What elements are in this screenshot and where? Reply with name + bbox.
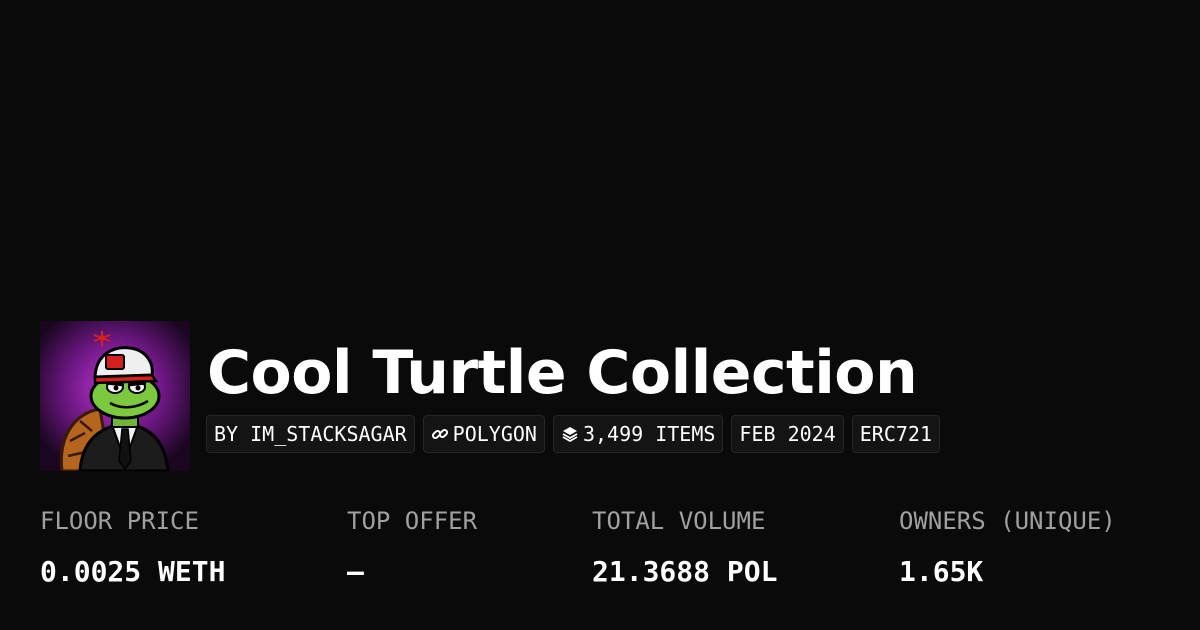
stat-label: TOTAL VOLUME	[592, 507, 766, 535]
date-label: FEB 2024	[739, 422, 836, 446]
chain-label: POLYGON	[452, 422, 537, 446]
chain-badge[interactable]: POLYGON	[422, 415, 545, 453]
stat-value: 21.3688 POL	[592, 555, 778, 588]
stat-floor-price: FLOOR PRICE 0.0025 WETH	[40, 505, 225, 589]
stat-top-offer: TOP OFFER –	[347, 505, 477, 589]
creator-label: BY IM_STACKSAGAR	[214, 422, 407, 446]
items-label: 3,499 ITEMS	[582, 422, 716, 446]
stat-value: –	[347, 555, 364, 588]
stat-value: 1.65K	[899, 555, 984, 588]
collection-avatar	[40, 321, 190, 471]
standard-label: ERC721	[859, 422, 932, 446]
standard-badge: ERC721	[851, 415, 940, 453]
stat-owners: OWNERS (UNIQUE) 1.65K	[899, 505, 1116, 589]
stat-value: 0.0025 WETH	[40, 555, 226, 588]
layers-icon	[561, 425, 579, 443]
collection-title: Cool Turtle Collection	[207, 338, 918, 408]
stat-label: TOP OFFER	[347, 507, 478, 535]
link-icon	[431, 425, 449, 443]
date-badge: FEB 2024	[731, 415, 844, 453]
items-badge[interactable]: 3,499 ITEMS	[552, 415, 724, 453]
stat-label: OWNERS (UNIQUE)	[899, 507, 1116, 535]
collection-badges: BY IM_STACKSAGAR POLYGON 3,499 ITEMS FEB…	[206, 415, 940, 453]
stat-total-volume: TOTAL VOLUME 21.3688 POL	[592, 505, 777, 589]
creator-badge[interactable]: BY IM_STACKSAGAR	[206, 415, 415, 453]
stat-label: FLOOR PRICE	[40, 507, 199, 535]
